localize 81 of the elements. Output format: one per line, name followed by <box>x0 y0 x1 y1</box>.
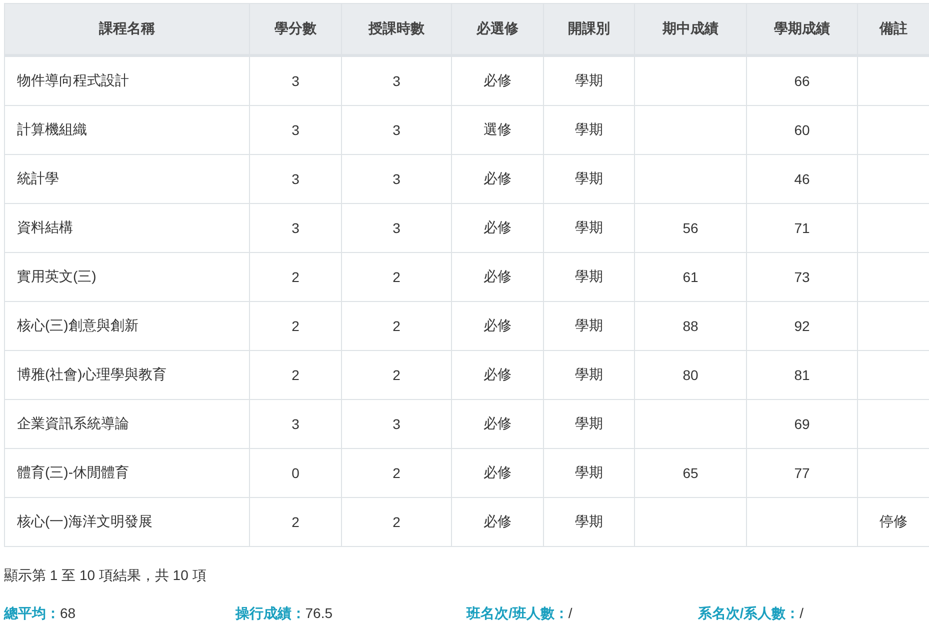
table-cell: 81 <box>746 350 858 400</box>
table-cell: 3 <box>250 56 342 106</box>
table-cell: 必修 <box>452 302 544 350</box>
table-cell: 學期 <box>544 350 634 400</box>
table-cell: 2 <box>342 252 452 302</box>
table-cell: 學期 <box>544 56 634 106</box>
table-cell: 80 <box>634 350 746 400</box>
column-header[interactable]: 學期成績 <box>746 4 858 56</box>
table-cell: 必修 <box>452 448 544 498</box>
summary-value: / <box>800 605 804 621</box>
table-cell: 學期 <box>544 400 634 448</box>
table-cell: 2 <box>250 350 342 400</box>
table-cell: 2 <box>342 448 452 498</box>
summary-label: 系名次/系人數： <box>698 605 800 621</box>
table-cell: 2 <box>250 498 342 546</box>
table-cell: 3 <box>342 400 452 448</box>
column-header[interactable]: 必選修 <box>452 4 544 56</box>
column-header[interactable]: 課程名稱 <box>4 4 250 56</box>
table-cell: 2 <box>342 350 452 400</box>
table-cell: 統計學 <box>4 154 250 204</box>
table-cell: 核心(三)創意與創新 <box>4 302 250 350</box>
table-cell: 66 <box>746 56 858 106</box>
table-cell: 3 <box>250 154 342 204</box>
table-cell: 61 <box>634 252 746 302</box>
table-cell: 56 <box>634 204 746 252</box>
table-cell: 71 <box>746 204 858 252</box>
table-cell: 46 <box>746 154 858 204</box>
table-cell: 2 <box>342 498 452 546</box>
summary-value: 68 <box>60 605 76 621</box>
table-cell: 必修 <box>452 252 544 302</box>
table-cell: 73 <box>746 252 858 302</box>
table-cell: 2 <box>342 302 452 350</box>
summary-value: 76.5 <box>305 605 332 621</box>
table-cell: 69 <box>746 400 858 448</box>
table-cell: 必修 <box>452 498 544 546</box>
table-cell: 3 <box>250 204 342 252</box>
table-cell: 體育(三)-休閒體育 <box>4 448 250 498</box>
table-cell: 計算機組織 <box>4 106 250 154</box>
summary-label: 總平均： <box>4 605 60 621</box>
results-info: 顯示第 1 至 10 項結果，共 10 項 <box>4 567 208 585</box>
table-cell: 60 <box>746 106 858 154</box>
table-cell: 必修 <box>452 350 544 400</box>
table-cell: 3 <box>342 106 452 154</box>
table-cell: 必修 <box>452 56 544 106</box>
table-cell: 3 <box>250 400 342 448</box>
table-cell: 必修 <box>452 154 544 204</box>
table-cell: 77 <box>746 448 858 498</box>
column-header[interactable]: 期中成績 <box>634 4 746 56</box>
column-header[interactable]: 授課時數 <box>342 4 452 56</box>
table-cell: 實用英文(三) <box>4 252 250 302</box>
column-header[interactable]: 備註 <box>858 4 929 56</box>
table-cell: 企業資訊系統導論 <box>4 400 250 448</box>
table-cell: 學期 <box>544 154 634 204</box>
table-cell: 3 <box>342 204 452 252</box>
table-cell: 必修 <box>452 400 544 448</box>
table-cell: 學期 <box>544 252 634 302</box>
table-cell: 3 <box>342 154 452 204</box>
table-cell: 65 <box>634 448 746 498</box>
table-cell: 選修 <box>452 106 544 154</box>
summary-value: / <box>568 605 572 621</box>
table-cell: 學期 <box>544 106 634 154</box>
table-cell: 學期 <box>544 204 634 252</box>
table-cell: 學期 <box>544 498 634 546</box>
table-cell: 學期 <box>544 448 634 498</box>
table-cell: 2 <box>250 252 342 302</box>
table-cell: 學期 <box>544 302 634 350</box>
table-cell: 92 <box>746 302 858 350</box>
column-header[interactable]: 開課別 <box>544 4 634 56</box>
table-cell: 88 <box>634 302 746 350</box>
table-cell: 資料結構 <box>4 204 250 252</box>
table-cell: 3 <box>250 106 342 154</box>
table-cell: 0 <box>250 448 342 498</box>
table-cell: 核心(一)海洋文明發展 <box>4 498 250 546</box>
table-cell: 必修 <box>452 204 544 252</box>
table-cell: 博雅(社會)心理學與教育 <box>4 350 250 400</box>
table-cell: 3 <box>342 56 452 106</box>
table-cell: 2 <box>250 302 342 350</box>
column-header[interactable]: 學分數 <box>250 4 342 56</box>
table-cell: 物件導向程式設計 <box>4 56 250 106</box>
summary-label: 班名次/班人數： <box>466 605 568 621</box>
summary-label: 操行成績： <box>235 605 306 621</box>
